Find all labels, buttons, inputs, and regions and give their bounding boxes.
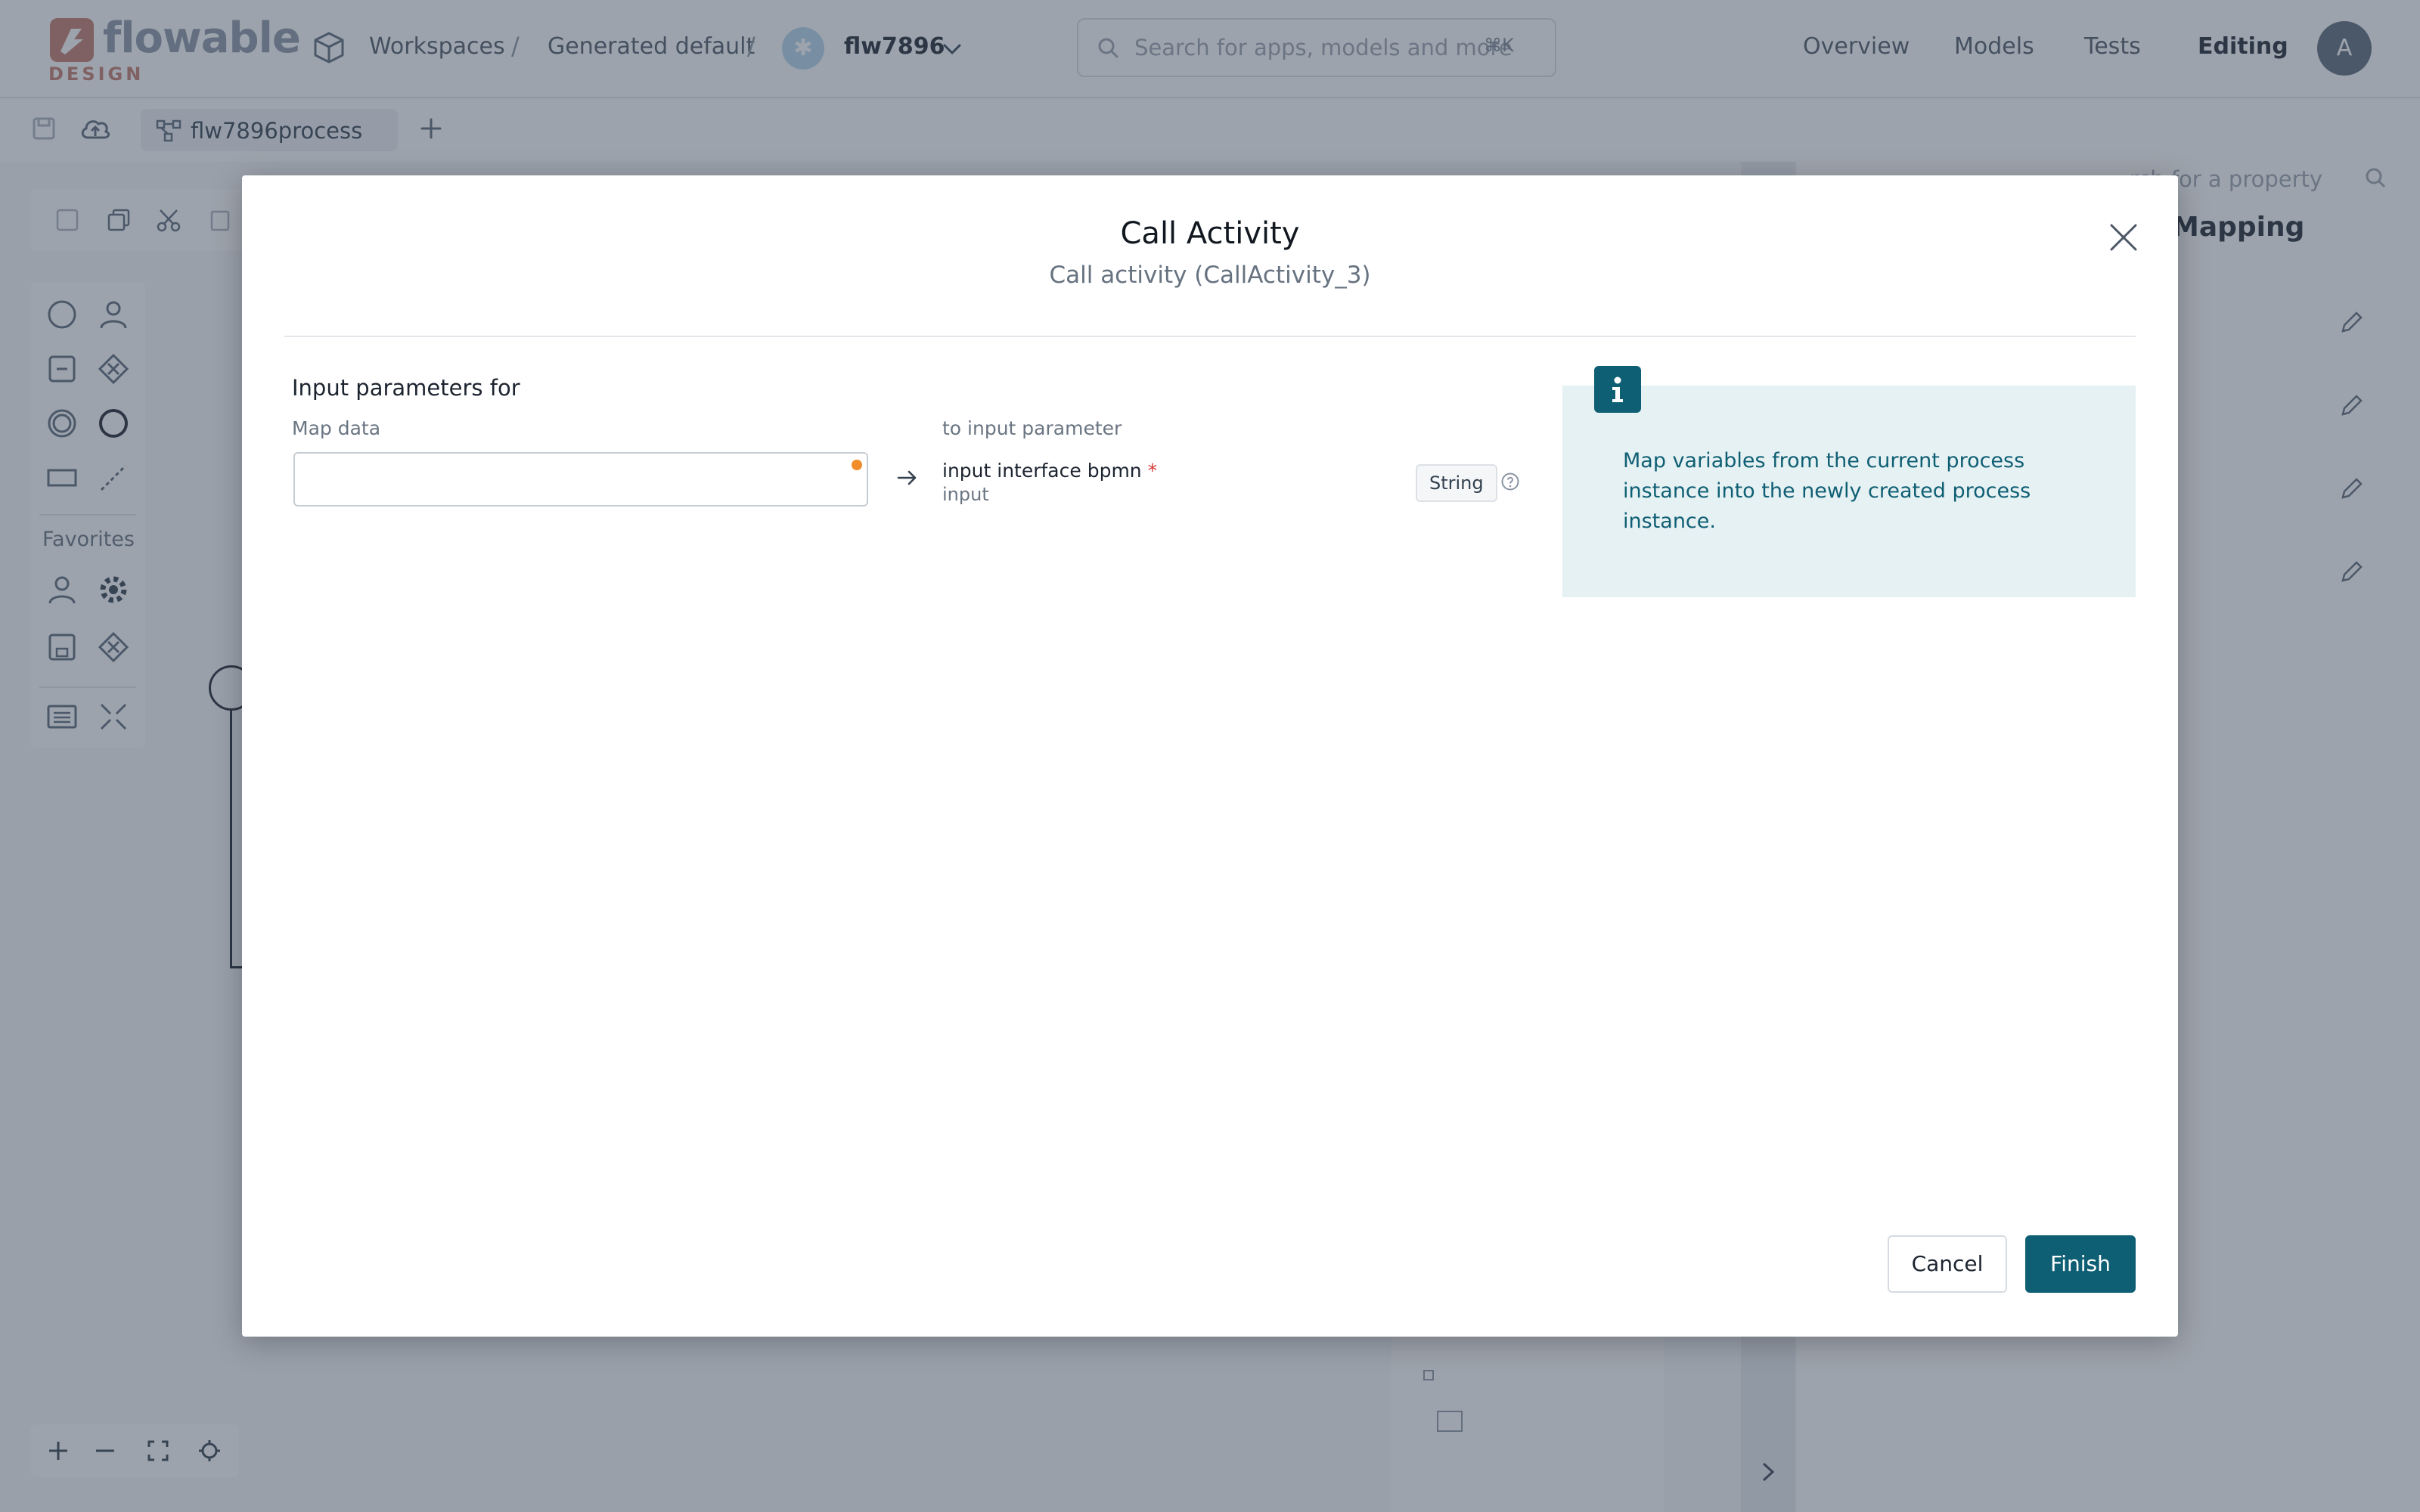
map-data-input[interactable] [293, 452, 868, 507]
arrow-right-icon [895, 466, 920, 490]
info-icon [1594, 366, 1641, 413]
map-data-label: Map data [292, 417, 381, 439]
parameter-name: input interface bpmn * [942, 460, 1157, 482]
call-activity-dialog: Call Activity Call activity (CallActivit… [242, 175, 2178, 1337]
dialog-divider [284, 336, 2136, 337]
finish-button[interactable]: Finish [2025, 1235, 2136, 1293]
dialog-title: Call Activity [1120, 216, 1300, 251]
to-input-parameter-label: to input parameter [942, 417, 1122, 439]
parameter-id: input [942, 484, 989, 505]
help-icon[interactable] [1500, 472, 1520, 491]
input-parameters-title: Input parameters for [292, 375, 520, 401]
required-indicator [852, 460, 862, 470]
parameter-type-badge: String [1416, 464, 1497, 502]
required-asterisk: * [1147, 460, 1158, 482]
cancel-button[interactable]: Cancel [1888, 1235, 2007, 1293]
dialog-subtitle: Call activity (CallActivity_3) [1049, 262, 1371, 289]
info-panel: Map variables from the current process i… [1562, 386, 2136, 597]
parameter-name-text: input interface bpmn [942, 460, 1142, 482]
info-text: Map variables from the current process i… [1623, 449, 2031, 533]
close-icon[interactable] [2101, 215, 2146, 260]
